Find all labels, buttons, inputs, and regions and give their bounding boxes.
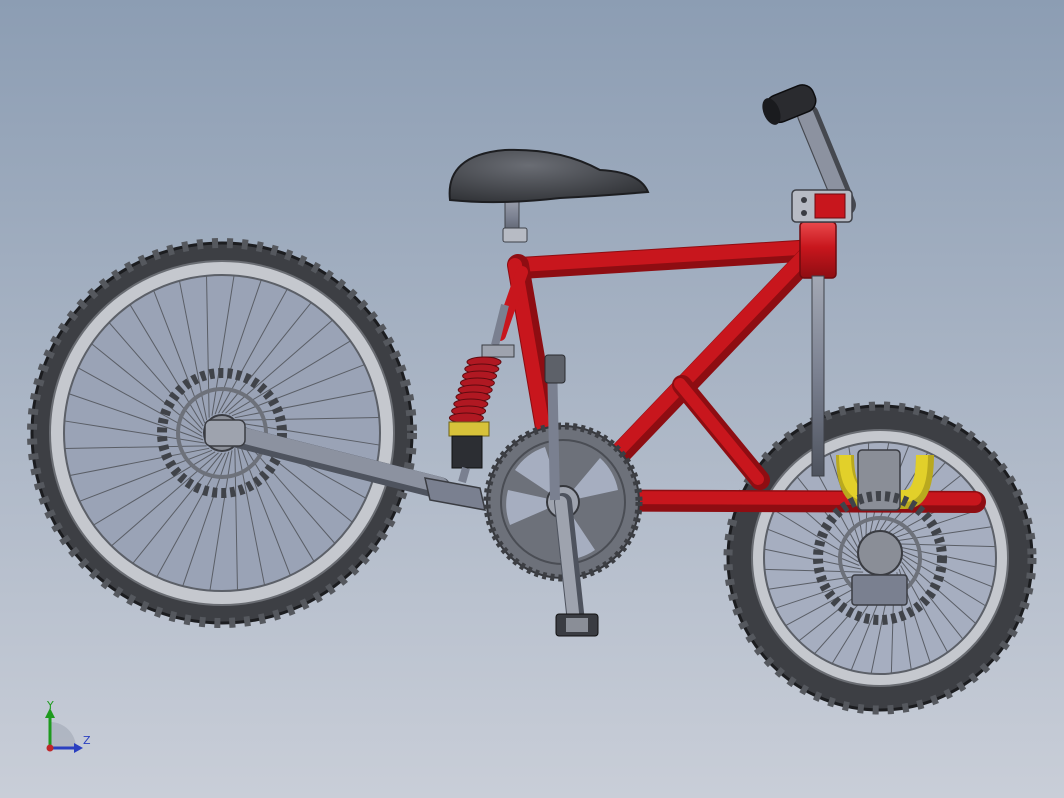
shock-adjuster-ring — [448, 421, 490, 437]
rear-axle-clamp — [204, 419, 246, 447]
bicycle-model-scene[interactable] — [0, 0, 1064, 798]
stem-bolt-1 — [801, 197, 807, 203]
triad-x-axis-dot — [46, 744, 54, 752]
seat-post-clamp — [502, 227, 528, 243]
steering-column — [811, 275, 825, 477]
stem-bolt-2 — [801, 210, 807, 216]
pedal-spindle — [566, 618, 588, 632]
triad-z-label: Z — [83, 734, 91, 747]
graphics-viewport[interactable]: Y Z — [0, 0, 1064, 798]
shock-body — [451, 435, 483, 469]
head-tube — [799, 221, 837, 279]
shock-lower-mount — [458, 466, 470, 484]
pedal-rear — [544, 354, 566, 384]
front-hub — [857, 530, 903, 576]
front-axle-bracket — [851, 574, 908, 606]
stem-red-insert — [814, 193, 846, 219]
triad-y-label: Y — [47, 699, 54, 712]
shock-upper-cap — [481, 344, 515, 358]
